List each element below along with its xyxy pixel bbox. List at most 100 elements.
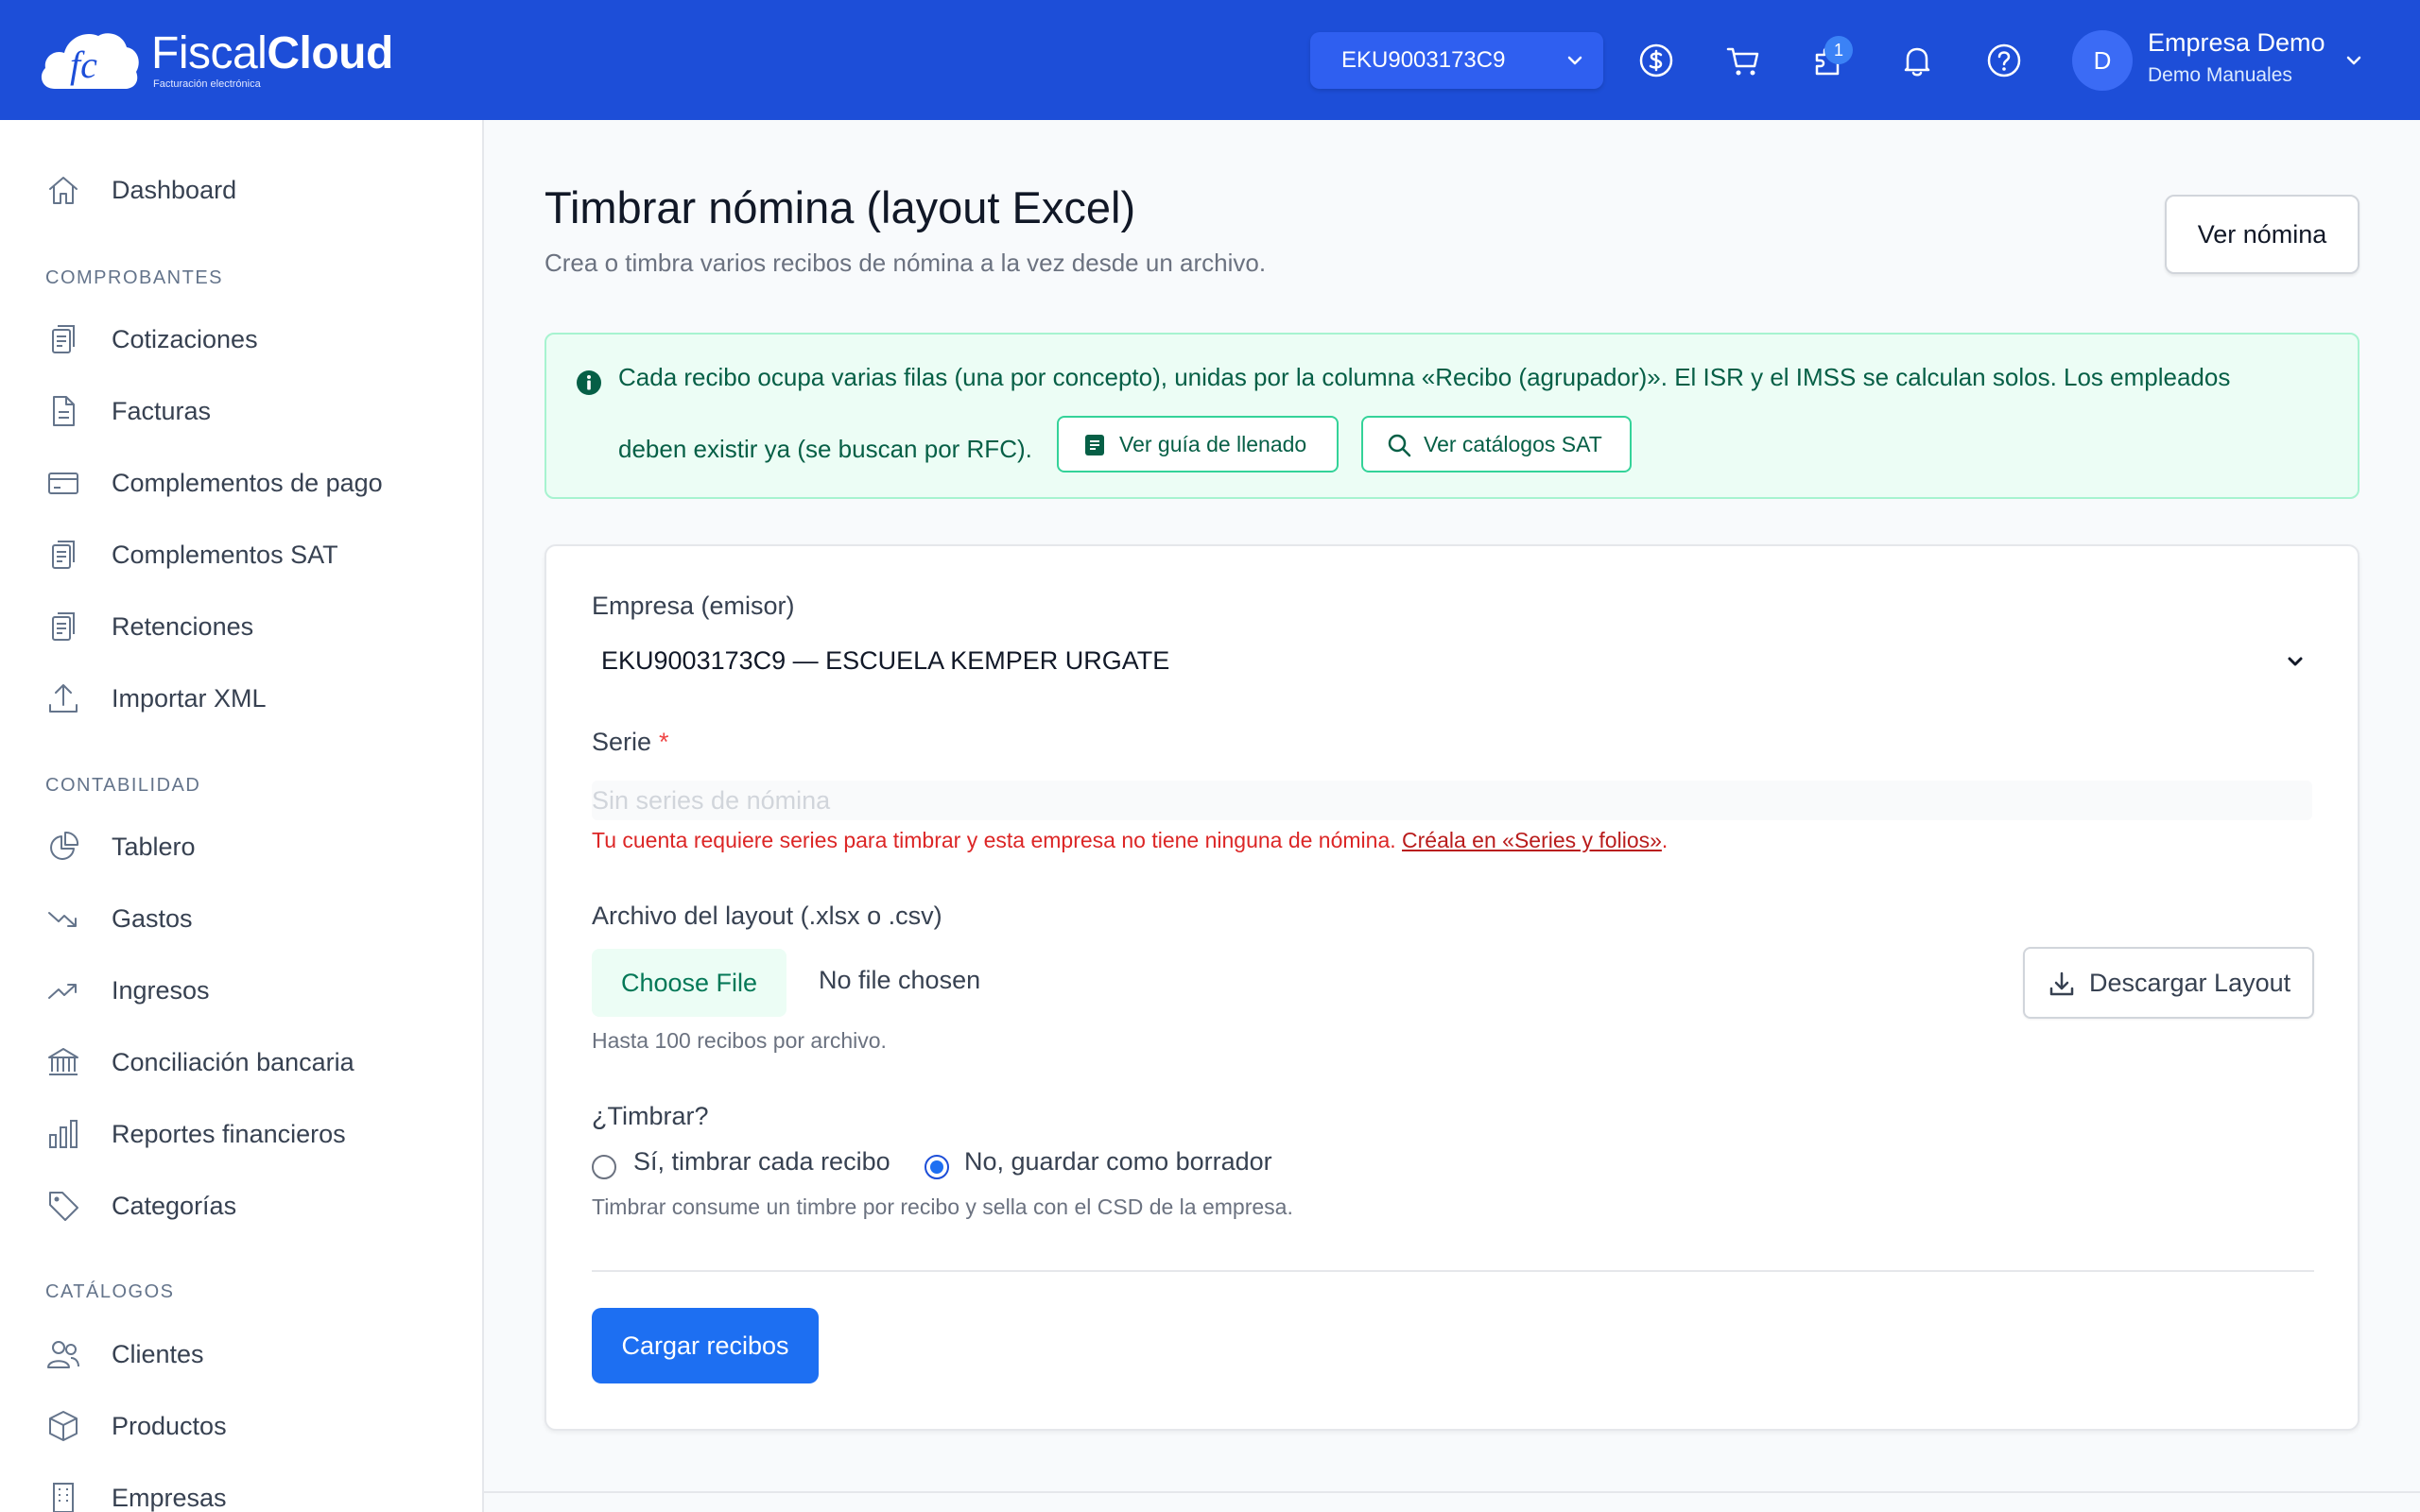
empresa-label: Empresa (emisor) [592, 592, 795, 620]
help-icon[interactable] [1985, 42, 2023, 79]
sidebar-item-dashboard[interactable]: Dashboard [45, 166, 236, 214]
sidebar-item-complementos-pago[interactable]: Complementos de pago [45, 459, 383, 507]
file-status: No file chosen [819, 966, 981, 994]
cart-icon[interactable] [1724, 42, 1762, 79]
sidebar-item-gastos[interactable]: Gastos [45, 895, 193, 942]
sidebar-item-tablero[interactable]: Tablero [45, 823, 196, 870]
building-icon [53, 1483, 74, 1512]
sidebar-item-label: Conciliación bancaria [112, 1047, 354, 1076]
empresa-select-value: EKU9003173C9 — ESCUELA KEMPER URGATE [601, 646, 1170, 675]
search-icon [1388, 434, 1411, 457]
alert-text-line1: Cada recibo ocupa varias filas (una por … [618, 363, 2231, 391]
cargar-recibos-button[interactable]: Cargar recibos [592, 1308, 819, 1383]
radio-timbrar-no-label[interactable]: No, guardar como borrador [964, 1147, 1272, 1177]
user-menu-chevron-icon[interactable] [2342, 49, 2365, 72]
divider [592, 1270, 2314, 1272]
bar-chart-icon [49, 1120, 78, 1148]
cart-badge: 1 [1824, 36, 1853, 64]
user-subtitle: Demo Manuales [2148, 64, 2292, 86]
sidebar-item-reportes[interactable]: Reportes financieros [45, 1110, 346, 1158]
sidebar-item-label: Tablero [112, 832, 196, 861]
clipboard-copy-icon [52, 541, 75, 569]
bank-icon [48, 1048, 78, 1075]
sidebar-item-label: Empresas [112, 1483, 227, 1512]
series-folios-link[interactable]: Créala en «Series y folios» [1402, 828, 1662, 852]
sidebar-item-cotizaciones[interactable]: Cotizaciones [45, 316, 258, 363]
descargar-layout-label: Descargar Layout [2089, 968, 2291, 997]
sidebar-item-categorias[interactable]: Categorías [45, 1182, 236, 1229]
avatar[interactable]: D [2072, 30, 2133, 91]
logo-mark-text: fc [70, 43, 97, 86]
chevron-down-icon [1567, 56, 1582, 65]
trending-up-icon [48, 984, 77, 999]
tag-icon [49, 1192, 78, 1221]
sidebar: Dashboard COMPROBANTES Cotizaciones Fact… [0, 120, 484, 1512]
timbrar-hint: Timbrar consume un timbre por recibo y s… [592, 1194, 1293, 1219]
footer-divider [484, 1491, 2420, 1493]
sidebar-item-label: Complementos SAT [112, 540, 338, 569]
sidebar-section-catalogos: CATÁLOGOS [45, 1281, 175, 1302]
sidebar-item-label: Dashboard [112, 175, 237, 204]
chevron-down-icon [2288, 657, 2303, 666]
required-marker: * [659, 728, 669, 756]
ver-catalogos-button[interactable]: Ver catálogos SAT [1361, 416, 1632, 472]
sidebar-section-comprobantes: COMPROBANTES [45, 267, 224, 288]
cube-icon [49, 1411, 78, 1441]
rfc-select-value: EKU9003173C9 [1341, 47, 1506, 73]
credit-card-icon [48, 472, 78, 494]
bell-icon[interactable] [1898, 42, 1936, 79]
ver-nomina-button[interactable]: Ver nómina [2165, 195, 2360, 274]
users-icon [47, 1341, 79, 1368]
serie-input[interactable]: Sin series de nómina [592, 781, 2312, 820]
sidebar-item-label: Facturas [112, 396, 212, 425]
app-logo[interactable]: fc FiscalCloud Facturación electrónica [36, 28, 393, 93]
choose-file-button[interactable]: Choose File [592, 949, 786, 1017]
descargar-layout-button[interactable]: Descargar Layout [2023, 947, 2314, 1019]
ver-guia-button[interactable]: Ver guía de llenado [1057, 416, 1339, 472]
sidebar-item-label: Clientes [112, 1339, 204, 1368]
rfc-select[interactable]: EKU9003173C9 [1310, 32, 1603, 89]
archivo-label: Archivo del layout (.xlsx o .csv) [592, 902, 942, 930]
radio-timbrar-si[interactable] [592, 1155, 616, 1179]
sidebar-item-clientes[interactable]: Clientes [45, 1331, 204, 1378]
sidebar-item-facturas[interactable]: Facturas [45, 387, 211, 435]
radio-timbrar-no[interactable] [925, 1155, 949, 1179]
user-name[interactable]: Empresa Demo [2148, 28, 2325, 58]
sidebar-item-label: Complementos de pago [112, 468, 383, 497]
sidebar-item-productos[interactable]: Productos [45, 1402, 227, 1450]
radio-timbrar-si-label[interactable]: Sí, timbrar cada recibo [633, 1147, 890, 1177]
pie-chart-icon [50, 831, 79, 860]
form-card: Empresa (emisor) EKU9003173C9 — ESCUELA … [544, 544, 2360, 1431]
document-text-icon [1085, 435, 1104, 455]
sidebar-item-complementos-sat[interactable]: Complementos SAT [45, 531, 338, 578]
home-icon [49, 177, 78, 204]
sidebar-item-label: Gastos [112, 903, 193, 933]
sidebar-item-ingresos[interactable]: Ingresos [45, 967, 210, 1014]
sidebar-item-label: Retenciones [112, 611, 254, 641]
dollar-icon[interactable] [1637, 42, 1675, 79]
cloud-logo-icon: fc [41, 33, 139, 89]
document-icon [53, 396, 75, 426]
info-icon [577, 370, 601, 395]
sidebar-item-label: Ingresos [112, 975, 210, 1005]
upload-icon [49, 684, 78, 713]
top-bar: fc FiscalCloud Facturación electrónica E… [0, 0, 2420, 120]
brand-subtitle: Facturación electrónica [153, 78, 261, 90]
sidebar-item-importar-xml[interactable]: Importar XML [45, 675, 267, 722]
sidebar-item-label: Productos [112, 1411, 227, 1440]
sidebar-item-label: Reportes financieros [112, 1119, 346, 1148]
page-subtitle: Crea o timbra varios recibos de nómina a… [544, 249, 1267, 277]
serie-error-end: . [1661, 828, 1668, 852]
brand-bold: Cloud [267, 28, 393, 78]
clipboard-copy-icon [52, 612, 75, 641]
sidebar-item-label: Cotizaciones [112, 324, 258, 353]
info-alert: Cada recibo ocupa varias filas (una por … [544, 333, 2360, 499]
page-title: Timbrar nómina (layout Excel) [544, 182, 1136, 232]
clipboard-copy-icon [52, 325, 75, 353]
ver-guia-label: Ver guía de llenado [1119, 431, 1307, 456]
sidebar-item-conciliacion[interactable]: Conciliación bancaria [45, 1039, 354, 1086]
sidebar-item-retenciones[interactable]: Retenciones [45, 603, 253, 650]
sidebar-item-empresas[interactable]: Empresas [45, 1474, 227, 1512]
serie-error-text: Tu cuenta requiere series para timbrar y… [592, 828, 1396, 852]
download-icon [2049, 971, 2074, 996]
